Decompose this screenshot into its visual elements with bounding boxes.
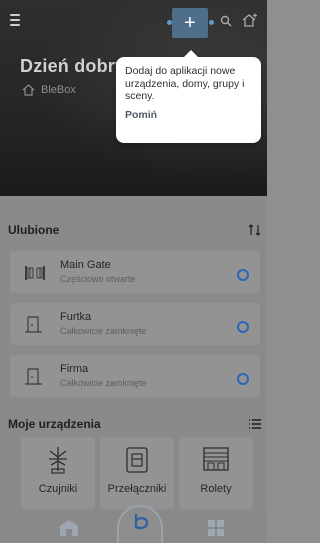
- device-category-shutters[interactable]: Rolety: [179, 437, 253, 509]
- favorite-state: Częściowo otwarte: [60, 274, 136, 284]
- shutter-icon: [203, 447, 229, 471]
- switch-icon: [126, 447, 148, 473]
- app-screen: + Dzień dobry BleBox Dodaj do aplikacji …: [0, 0, 267, 543]
- hamburger-icon[interactable]: [10, 14, 24, 26]
- tooltip-pointer-dot: [167, 20, 172, 25]
- favorite-card-main-gate[interactable]: Main Gate Częściowo otwarte: [10, 251, 260, 293]
- favorite-state: Całkowicie zamknięte: [60, 326, 147, 336]
- status-ring[interactable]: [237, 321, 249, 333]
- favorite-name: Main Gate: [60, 259, 111, 271]
- skip-button[interactable]: Pomiń: [125, 109, 252, 121]
- add-button[interactable]: +: [172, 8, 208, 38]
- greeting-title: Dzień dobry: [20, 56, 126, 76]
- blebox-logo-icon: [134, 514, 149, 530]
- tooltip-pointer-dot: [209, 20, 214, 25]
- house-icon: [22, 84, 35, 96]
- device-category-switches[interactable]: Przełączniki: [100, 437, 174, 509]
- device-category-label: Przełączniki: [107, 483, 167, 495]
- onboarding-tooltip: Dodaj do aplikacji nowe urządzenia, domy…: [116, 50, 261, 143]
- wicket-icon: [25, 316, 42, 333]
- home-plus-icon[interactable]: [242, 13, 258, 27]
- favorite-card-furtka[interactable]: Furtka Całkowicie zamknięte: [10, 303, 260, 345]
- favorites-title: Ulubione: [8, 223, 60, 237]
- wicket-icon: [25, 368, 42, 385]
- home-name: BleBox: [41, 84, 76, 96]
- top-bar: +: [0, 0, 267, 44]
- grid-icon[interactable]: [205, 518, 227, 538]
- favorite-state: Całkowicie zamknięte: [60, 378, 147, 388]
- favorite-card-firma[interactable]: Firma Całkowicie zamknięte: [10, 355, 260, 397]
- home-selector[interactable]: BleBox: [22, 83, 76, 97]
- list-icon[interactable]: [248, 418, 262, 430]
- device-category-sensors[interactable]: Czujniki: [21, 437, 95, 509]
- favorite-name: Furtka: [60, 311, 92, 323]
- gate-icon: [25, 266, 45, 280]
- device-category-label: Czujniki: [38, 483, 78, 495]
- search-icon[interactable]: [220, 15, 232, 27]
- tooltip-message: Dodaj do aplikacji nowe urządzenia, domy…: [125, 65, 245, 102]
- sensor-icon: [49, 447, 67, 474]
- status-ring[interactable]: [237, 269, 249, 281]
- devices-title: Moje urządzenia: [8, 417, 101, 431]
- home-icon[interactable]: [58, 518, 80, 538]
- status-ring[interactable]: [237, 373, 249, 385]
- blebox-center-button[interactable]: [117, 505, 163, 543]
- favorite-name: Firma: [60, 363, 89, 375]
- device-category-label: Rolety: [200, 483, 232, 495]
- sort-icon[interactable]: [248, 224, 262, 236]
